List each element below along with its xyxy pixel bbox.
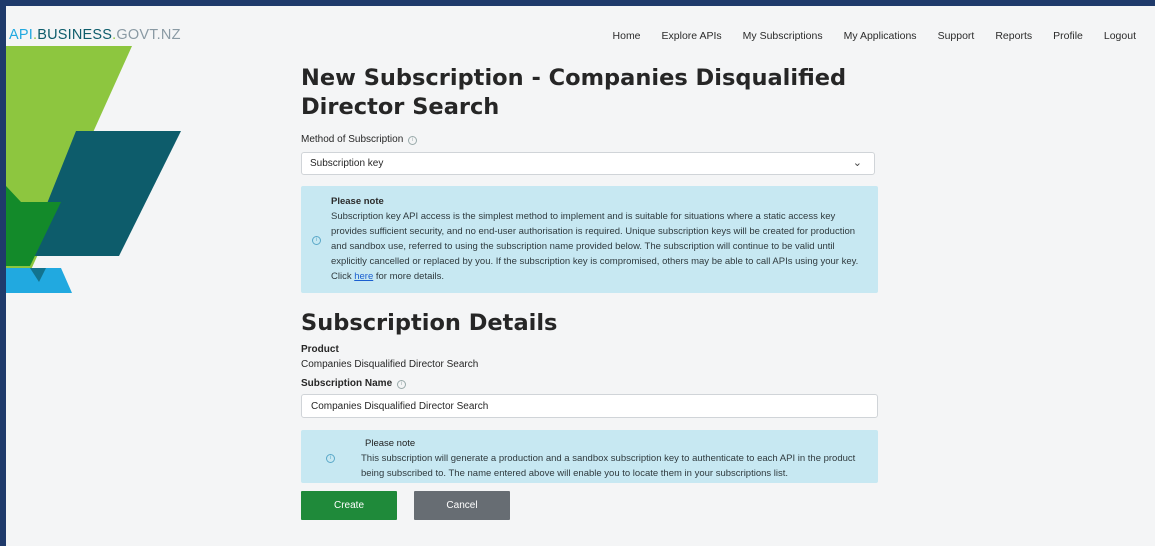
- note-body: This subscription will generate a produc…: [361, 453, 856, 479]
- method-label: Method of Subscription i: [301, 134, 418, 145]
- product-value: Companies Disqualified Director Search: [301, 359, 479, 370]
- nav-home[interactable]: Home: [613, 30, 641, 46]
- note-subscription-key: i Please note Subscription key API acces…: [301, 186, 878, 293]
- nav-support[interactable]: Support: [938, 30, 975, 46]
- info-icon: i: [312, 236, 321, 245]
- info-icon[interactable]: i: [408, 136, 418, 145]
- nav-my-subscriptions[interactable]: My Subscriptions: [743, 30, 823, 46]
- browser-viewport: API.BUSINESS.GOVT.NZ Home Explore APIs M…: [6, 6, 1155, 546]
- logo-govt: GOVT.NZ: [116, 27, 181, 43]
- nav-my-applications[interactable]: My Applications: [844, 30, 917, 46]
- note-title: Please note: [365, 438, 416, 449]
- site-logo[interactable]: API.BUSINESS.GOVT.NZ: [9, 27, 181, 43]
- chevron-down-icon: ⌄: [852, 157, 862, 169]
- cancel-button[interactable]: Cancel: [414, 491, 510, 520]
- method-select[interactable]: Subscription key ⌄: [301, 152, 875, 175]
- nav-logout[interactable]: Logout: [1104, 30, 1136, 46]
- note-body-text-after: for more details.: [373, 271, 444, 282]
- product-label: Product: [301, 344, 339, 355]
- create-button[interactable]: Create: [301, 491, 397, 520]
- nav-reports[interactable]: Reports: [995, 30, 1032, 46]
- nav-profile[interactable]: Profile: [1053, 30, 1083, 46]
- page-title: New Subscription - Companies Disqualifie…: [301, 65, 847, 120]
- decorative-shapes: [6, 46, 181, 293]
- method-label-text: Method of Subscription: [301, 134, 404, 145]
- subscription-name-label: Subscription Name i: [301, 378, 407, 389]
- logo-business: BUSINESS: [37, 27, 113, 43]
- note-body: Subscription key API access is the simpl…: [331, 209, 863, 284]
- nav-explore-apis[interactable]: Explore APIs: [662, 30, 722, 46]
- subscription-name-input[interactable]: [301, 394, 878, 418]
- subscription-name-label-text: Subscription Name: [301, 378, 393, 389]
- method-selected-value: Subscription key: [310, 158, 384, 169]
- info-icon: i: [326, 454, 335, 463]
- note-subscription-generate: i Please note This subscription will gen…: [301, 430, 878, 483]
- top-nav: Home Explore APIs My Subscriptions My Ap…: [613, 30, 1155, 46]
- note-title: Please note: [331, 196, 384, 207]
- info-icon[interactable]: i: [397, 380, 407, 389]
- logo-api: API: [9, 27, 33, 43]
- section-heading: Subscription Details: [301, 310, 558, 336]
- details-link[interactable]: here: [354, 271, 373, 282]
